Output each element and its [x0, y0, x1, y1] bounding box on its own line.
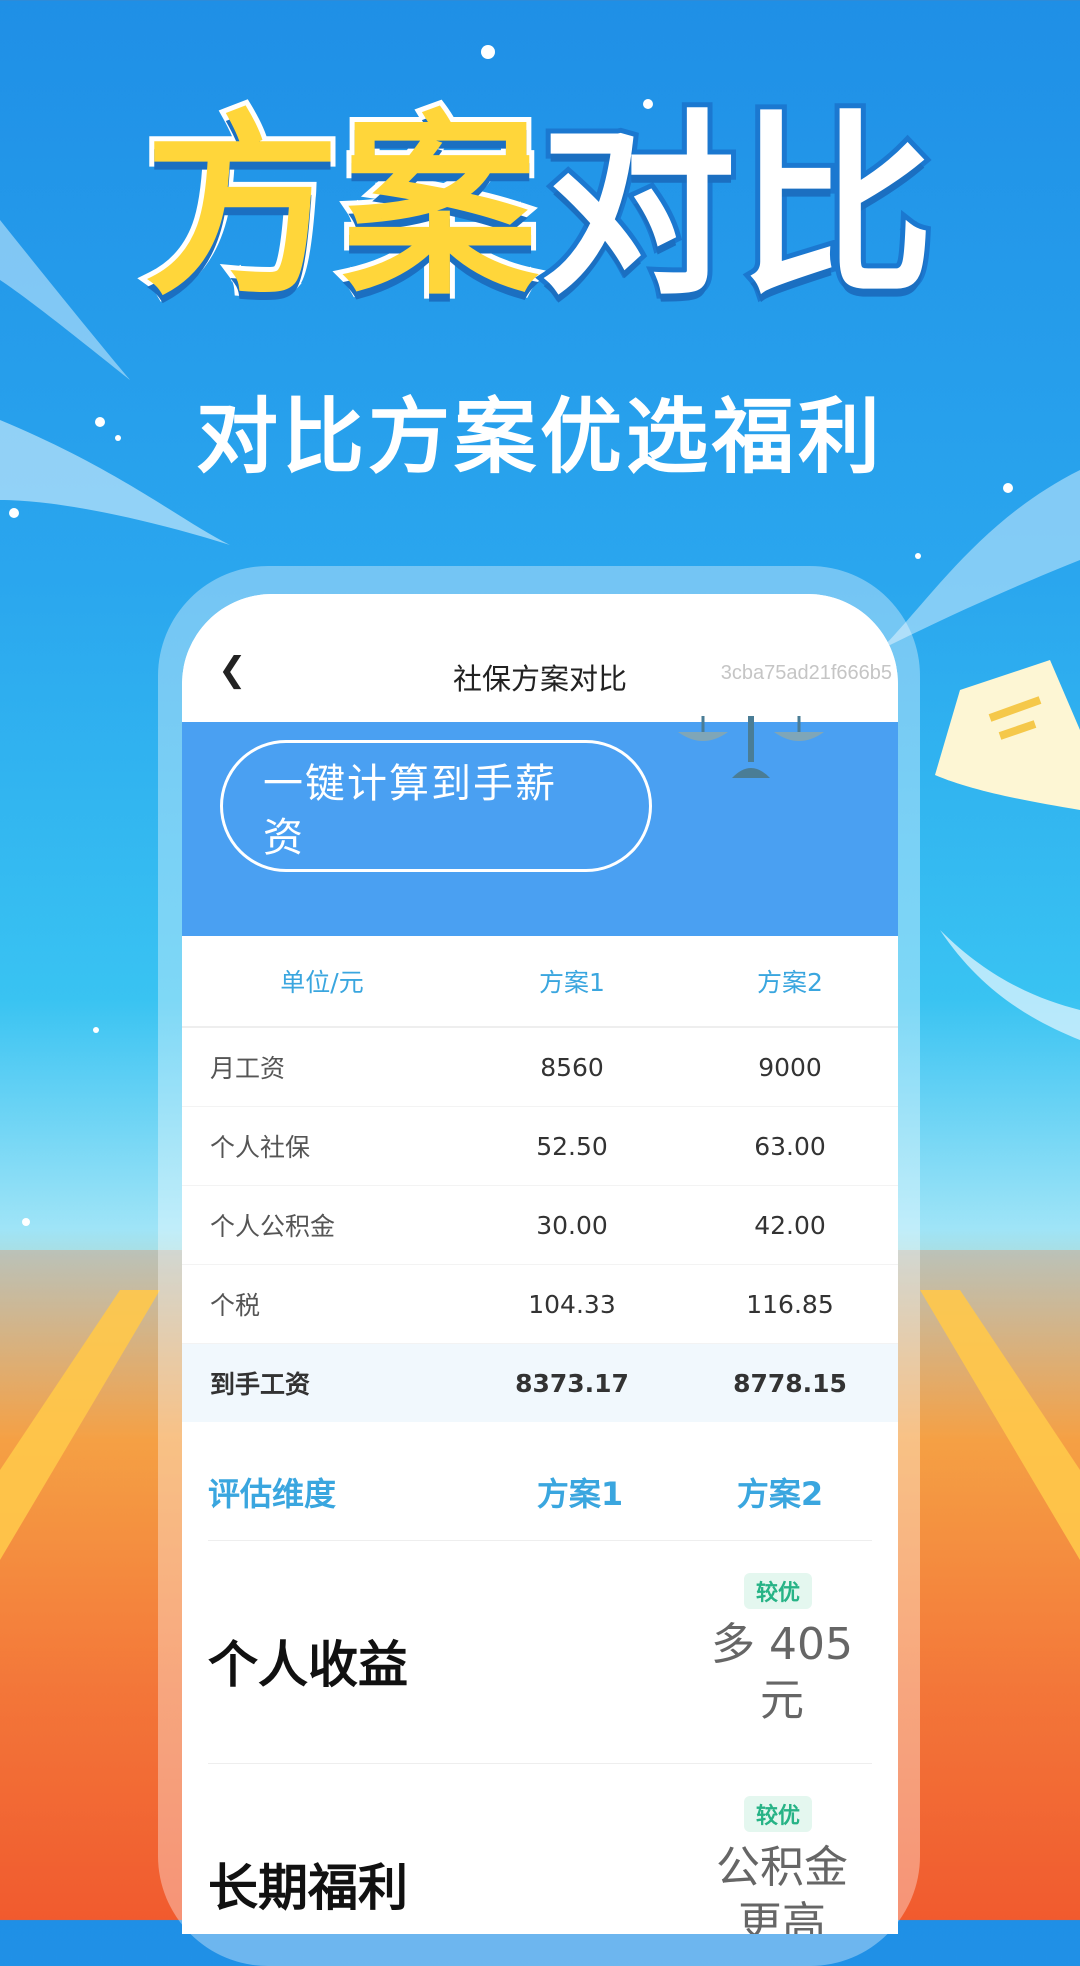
scale-icon	[678, 716, 824, 778]
plan1-value: 8560	[540, 1052, 604, 1082]
eval-label: 个人收益	[208, 1636, 408, 1694]
evaluation-row: 个人收益 较优 多 405 元	[208, 1541, 872, 1764]
eval-header-plan2: 方案2	[736, 1475, 824, 1513]
better-badge: 较优	[744, 1796, 813, 1832]
calc-button-label-line2: 资	[263, 815, 305, 861]
header-unit: 单位/元	[280, 968, 364, 997]
table-row: 个人社保 52.50 63.00	[182, 1107, 898, 1186]
plan2-value: 42.00	[754, 1210, 826, 1240]
table-header: 单位/元 方案1 方案2	[182, 936, 898, 1028]
row-label: 个税	[210, 1291, 261, 1320]
row-label: 到手工资	[210, 1370, 311, 1399]
header-plan1: 方案1	[539, 968, 605, 997]
plan1-value: 104.33	[528, 1289, 616, 1319]
promo-title-part1: 方案	[139, 94, 543, 322]
row-label: 月工资	[210, 1054, 286, 1083]
calc-button-label-line1: 一键计算到手薪	[263, 761, 557, 807]
device-id-text: 3cba75ad21f666b5	[720, 662, 892, 684]
plan2-value: 8778.15	[733, 1368, 847, 1398]
plan1-value: 30.00	[536, 1210, 608, 1240]
plan1-value: 8373.17	[515, 1368, 629, 1398]
header-plan2: 方案2	[757, 968, 823, 997]
eval-value-line1: 多 405	[711, 1619, 853, 1670]
eval-value: 多 405 元	[690, 1617, 874, 1729]
evaluation-section: 评估维度 方案1 方案2 个人收益 较优 多 405 元 长期福利 较优 公积金…	[182, 1422, 898, 1934]
eval-value-line1: 公积金	[716, 1842, 848, 1893]
table-row: 个人公积金 30.00 42.00	[182, 1186, 898, 1265]
promo-title: 方案对比	[0, 105, 1080, 311]
eval-value-line2: 更高	[738, 1898, 826, 1934]
eval-header-dimension: 评估维度	[208, 1475, 337, 1513]
promo-title-part2: 对比	[535, 94, 939, 322]
plan2-value: 9000	[758, 1052, 822, 1082]
row-label: 个人社保	[210, 1133, 311, 1162]
calc-take-home-button[interactable]: 一键计算到手薪 资	[220, 740, 652, 872]
calc-banner: 一键计算到手薪 资	[182, 716, 898, 936]
plan1-value: 52.50	[536, 1131, 608, 1161]
better-badge: 较优	[744, 1573, 813, 1609]
evaluation-row: 长期福利 较优 公积金 更高	[208, 1764, 872, 1934]
table-row: 月工资 8560 9000	[182, 1028, 898, 1107]
salary-table: 单位/元 方案1 方案2 月工资 8560 9000 个人社保 52.50 63…	[182, 936, 898, 1422]
nav-bar: ❮ 社保方案对比 3cba75ad21f666b5	[182, 594, 898, 722]
eval-value-line2: 元	[760, 1675, 804, 1726]
evaluation-header: 评估维度 方案1 方案2	[208, 1462, 872, 1541]
eval-label: 长期福利	[208, 1859, 408, 1917]
row-label: 个人公积金	[210, 1212, 336, 1241]
table-row-total: 到手工资 8373.17 8778.15	[182, 1344, 898, 1422]
table-row: 个税 104.33 116.85	[182, 1265, 898, 1344]
plan2-value: 63.00	[754, 1131, 826, 1161]
plan2-value: 116.85	[746, 1289, 834, 1319]
phone-screen: ❮ 社保方案对比 3cba75ad21f666b5 一键计算到手薪 资 单位/元…	[182, 594, 898, 1934]
eval-header-plan1: 方案1	[536, 1475, 624, 1513]
promo-subtitle: 对比方案优选福利	[195, 390, 884, 485]
